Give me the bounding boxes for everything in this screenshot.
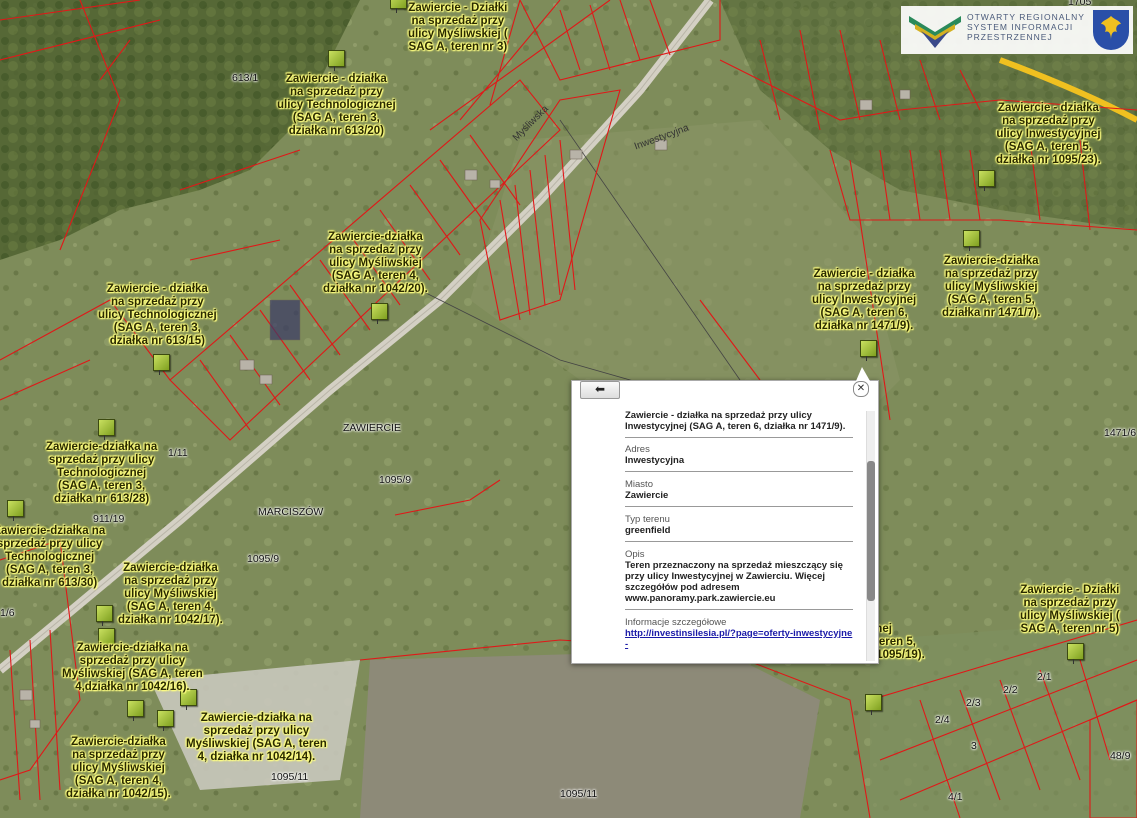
- poi-marker[interactable]: [96, 605, 113, 626]
- parcel-label: 911/19: [93, 513, 125, 525]
- parcel-label: 1095/9: [247, 553, 280, 565]
- popup-title: Zawiercie - działka na sprzedaż przy uli…: [625, 410, 853, 438]
- place-label-marciszow: MARCISZÓW: [258, 506, 324, 518]
- details-link[interactable]: http://investinsilesia.pl/?page=oferty-i…: [625, 628, 853, 650]
- poi-marker[interactable]: [865, 694, 882, 715]
- poi-label[interactable]: Zawiercie-działka na sprzedaż przy ulicy…: [186, 712, 327, 764]
- parcel-label: 1095/9: [379, 474, 412, 486]
- orsip-logo-icon: [909, 16, 961, 48]
- silesia-crest-icon: [1093, 10, 1129, 50]
- field-terrain-type: Typ terenu greenfield: [625, 514, 853, 542]
- poi-label[interactable]: Zawiercie - Działki na sprzedaż przy uli…: [408, 2, 508, 54]
- poi-marker[interactable]: [127, 700, 144, 721]
- orsip-logo-text: OTWARTY REGIONALNY SYSTEM INFORMACJI PRZ…: [967, 12, 1085, 42]
- parcel-label: 1/6: [0, 607, 15, 619]
- poi-marker[interactable]: [963, 230, 980, 251]
- parcel-label: 2/1: [1037, 671, 1052, 683]
- poi-label[interactable]: Zawiercie-działka na sprzedaż przy ulicy…: [46, 441, 157, 506]
- back-button[interactable]: ⬅: [580, 381, 620, 399]
- parcel-label: 613/1: [232, 72, 259, 84]
- poi-label[interactable]: Zawiercie-działka na sprzedaż przy ulicy…: [323, 231, 428, 296]
- popup-pointer: [856, 367, 870, 381]
- poi-marker[interactable]: [371, 303, 388, 324]
- parcel-label: 1095/11: [271, 771, 309, 783]
- poi-label[interactable]: Zawiercie - Działki na sprzedaż przy uli…: [1020, 584, 1120, 636]
- poi-marker[interactable]: [390, 0, 407, 13]
- parcel-label: 3: [971, 740, 977, 752]
- poi-label[interactable]: Zawiercie-działka na sprzedaż przy ulicy…: [0, 525, 105, 590]
- close-button[interactable]: ✕: [853, 381, 869, 397]
- parcel-label: 4/1: [948, 791, 963, 803]
- poi-label[interactable]: Zawiercie-działka na sprzedaż przy ulicy…: [66, 736, 171, 801]
- poi-label[interactable]: Zawiercie-działka na sprzedaż przy ulicy…: [942, 255, 1040, 320]
- poi-label[interactable]: Zawiercie - działka na sprzedaż przy uli…: [812, 268, 916, 333]
- poi-marker[interactable]: [328, 50, 345, 71]
- parcel-label: 1471/6: [1104, 427, 1137, 439]
- poi-label[interactable]: Zawiercie - działka na sprzedaż przy uli…: [996, 102, 1101, 167]
- field-address: Adres Inwestycyjna: [625, 444, 853, 472]
- poi-marker[interactable]: [157, 710, 174, 731]
- poi-label[interactable]: Zawiercie - działka na sprzedaż przy uli…: [98, 283, 217, 348]
- poi-marker[interactable]: [860, 340, 877, 361]
- poi-marker[interactable]: [98, 419, 115, 440]
- poi-label[interactable]: Zawiercie - działka na sprzedaż przy uli…: [277, 73, 396, 138]
- field-description: Opis Teren przeznaczony na sprzedaż mies…: [625, 549, 853, 610]
- place-label-zawiercie: ZAWIERCIE: [343, 422, 401, 434]
- poi-label[interactable]: Zawiercie-działka na sprzedaż przy ulicy…: [118, 562, 223, 627]
- poi-label[interactable]: Zawiercie-działka na sprzedaż przy ulicy…: [62, 642, 203, 694]
- poi-marker[interactable]: [7, 500, 24, 521]
- field-city: Miasto Zawiercie: [625, 479, 853, 507]
- poi-marker[interactable]: [1067, 643, 1084, 664]
- parcel-label: 1095/11: [560, 788, 598, 800]
- parcel-label: 48/9: [1110, 750, 1131, 762]
- parcel-label: 2/2: [1003, 684, 1018, 696]
- map-canvas[interactable]: [0, 0, 1137, 818]
- popup-scrollbar-thumb[interactable]: [867, 461, 875, 601]
- parcel-label: 2/4: [935, 714, 950, 726]
- poi-marker[interactable]: [978, 170, 995, 191]
- parcel-label: 2/3: [966, 697, 981, 709]
- popup-content: Zawiercie - działka na sprzedaż przy uli…: [625, 410, 853, 660]
- feature-info-popup: ⬅ ✕ Zawiercie - działka na sprzedaż przy…: [571, 367, 879, 664]
- popup-scrollbar[interactable]: [866, 411, 875, 661]
- back-arrow-icon: ⬅: [594, 382, 606, 396]
- close-icon: ✕: [856, 383, 866, 394]
- field-details: Informacje szczegółowe http://investinsi…: [625, 617, 853, 650]
- poi-marker[interactable]: [153, 354, 170, 375]
- parcel-label: 1/11: [168, 447, 188, 459]
- orsip-logo[interactable]: OTWARTY REGIONALNY SYSTEM INFORMACJI PRZ…: [901, 6, 1133, 54]
